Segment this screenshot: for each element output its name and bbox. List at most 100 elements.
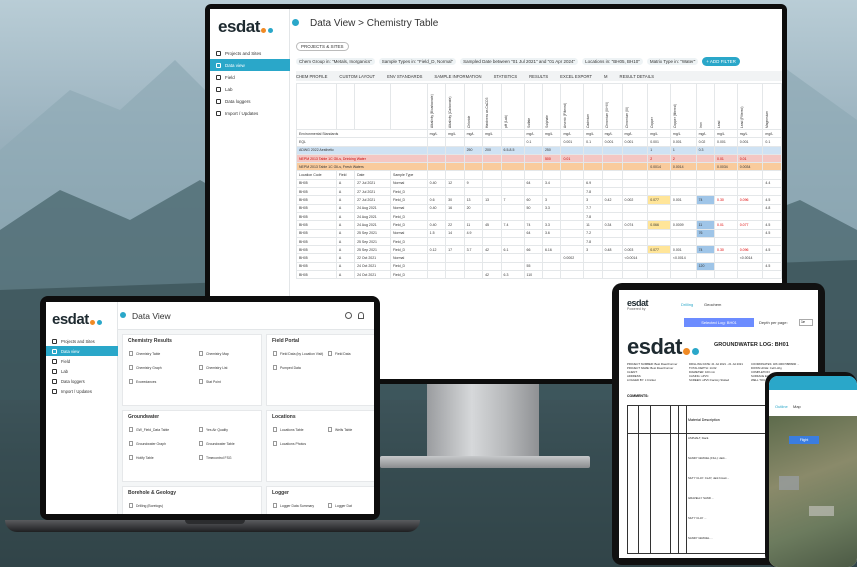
sidebar-item-label: Field	[225, 74, 235, 80]
table-row[interactable]: BH05 A 24 Oct 2021 Field_D 55 120 4.5	[296, 261, 782, 272]
panel-item-logger-dat[interactable]: Logger Dat	[328, 503, 352, 508]
toolbar-custom-layout[interactable]: CUSTOM LAYOUT	[339, 74, 375, 79]
table-cell: 27 Jul 2021	[354, 187, 391, 197]
filter-chip[interactable]: Sampled Date between "01 Jul 2021" and "…	[460, 57, 579, 65]
standard-row: NEPM 2013 Table 1C GILs, Drinking Water 5…	[296, 153, 782, 164]
table-row[interactable]: BH05 A 27 Jul 2021 Field_D 7.8	[296, 187, 782, 197]
panel-item-chemistry-map[interactable]: Chemistry Map	[199, 351, 229, 356]
table-cell: 11	[695, 220, 716, 230]
table-cell: 3.6	[541, 228, 562, 238]
info-icon[interactable]	[120, 312, 126, 318]
table-row[interactable]: BH05 A 24 Oct 2021 Field_D 42 6.3 110	[296, 270, 782, 280]
column-header: Copper (filtered)	[669, 83, 697, 130]
panel-item-chemistry-graph[interactable]: Chemistry Graph	[129, 365, 162, 370]
panel-item-timecontrol-fsg[interactable]: Timecontrol FSG	[199, 455, 232, 460]
sidebar-item-lab[interactable]: Lab	[210, 83, 290, 95]
toolbar-results[interactable]: RESULTS	[529, 74, 548, 79]
table-cell	[647, 228, 671, 238]
sidebar-item-data-loggers[interactable]: Data loggers	[46, 376, 118, 386]
sidebar-item-projects-and-sites[interactable]: Projects and Sites	[46, 336, 118, 346]
help-icon[interactable]	[345, 312, 352, 319]
table-cell	[426, 236, 447, 247]
toolbar-env-standards[interactable]: ENV STANDARDS	[387, 74, 422, 79]
panel-item-gw-field-data-table[interactable]: GW_Field_Data Table	[129, 427, 169, 432]
panel-item-locations-photos[interactable]: Locations Photos	[273, 441, 306, 446]
sidebar-item-field[interactable]: Field	[46, 356, 118, 366]
panel-item-field-data-by-location-visit[interactable]: Field Data (by Location Visit)	[273, 351, 323, 356]
esdat-logo[interactable]: esdat	[52, 311, 103, 329]
panel-item-groundwater-table[interactable]: Groundwater Table	[199, 441, 235, 446]
sidebar-item-projects-and-sites[interactable]: Projects and Sites	[210, 47, 290, 59]
panel-item-drilling-borelogs[interactable]: Drilling (Borelogs)	[129, 503, 163, 508]
panel-item-groundwater-graph[interactable]: Groundwater Graph	[129, 441, 166, 446]
table-row[interactable]: BH05 A 24 Aug 2021 Normal 0.40 16 20 50 3.3 7.7 4.…	[296, 203, 782, 213]
table-cell	[500, 187, 525, 197]
selected-log-select[interactable]: Selected Log: BH01	[684, 318, 754, 327]
tab-outline[interactable]: Outline	[775, 404, 788, 409]
projects-sites-chip[interactable]: PROJECTS & SITES	[296, 42, 349, 51]
flight-button[interactable]: Flight	[789, 436, 819, 444]
sidebar-item-lab[interactable]: Lab	[46, 366, 118, 376]
toolbar-sample-information[interactable]: SAMPLE INFORMATION	[434, 74, 481, 79]
panel-item-hotify-table[interactable]: Hotify Table	[129, 455, 154, 460]
table-cell	[560, 178, 585, 189]
table-cell	[500, 203, 525, 213]
table-row[interactable]: BH05 A 22 Oct 2021 Normal 0.0002 <0.0014 <0.00…	[296, 253, 782, 263]
satellite-map[interactable]: Flight	[769, 416, 857, 567]
tab-map[interactable]: Map	[793, 404, 801, 409]
esdat-logo[interactable]: esdat	[218, 17, 274, 38]
toolbar-m[interactable]: M	[604, 74, 608, 79]
table-cell: Field_D	[389, 236, 428, 247]
table-cell: A	[335, 220, 356, 230]
toolbar-chem-profile[interactable]: CHEM PROFILE	[296, 74, 327, 79]
grid-toolbar: CHEM PROFILE CUSTOM LAYOUT ENV STANDARDS SA…	[296, 71, 782, 81]
panel-item-field-data[interactable]: Field Data	[328, 351, 350, 356]
depth-input[interactable]: 1e	[799, 319, 813, 326]
table-row[interactable]: BH05 A 25 Sep 2021 Normal 1.5 14 4.9 64 3.6 7.2 76…	[296, 228, 782, 238]
bell-icon[interactable]	[358, 312, 364, 319]
filter-chip[interactable]: Matrix Type in: "Water"	[646, 57, 699, 65]
table-cell: 0.0014	[669, 162, 697, 172]
table-cell	[695, 203, 716, 213]
table-row[interactable]: BH05 A 25 Sep 2021 Field_D 0.12 17 3.7 42 6.1 66 6…	[296, 245, 782, 255]
panel-item-locations-table[interactable]: Locations Table	[273, 427, 304, 432]
add-filter-button[interactable]: + ADD FILTER	[702, 56, 740, 66]
table-row[interactable]: BH05 A 27 Jul 2021 Normal 0.40 12 9 64 3.4 6.9 4.4	[296, 178, 782, 189]
sidebar-item-import-updates[interactable]: Import / Updates	[210, 107, 290, 119]
filter-bar: Chem Group in: "Metals, Inorganics" Sampl…	[296, 55, 782, 67]
panel-item-chemistry-table[interactable]: Chemistry Table	[129, 351, 160, 356]
nav-icon	[52, 338, 57, 344]
table-cell: 250	[541, 145, 562, 155]
table-cell: 0.42	[601, 195, 623, 205]
toolbar-statistics[interactable]: STATISTICS	[494, 74, 518, 79]
filter-chip[interactable]: Chem Group in: "Metals, Inorganics"	[296, 57, 375, 65]
table-cell: 6.1	[500, 245, 525, 255]
panel-item-wells-table[interactable]: Wells Table	[328, 427, 352, 432]
panel-item-chemistry-list[interactable]: Chemistry List	[199, 365, 227, 370]
table-row[interactable]: BH05 A 27 Jul 2021 Field_D 0.6 30 13 13 7 60 3 3 0.4…	[296, 195, 782, 205]
sidebar-item-data-view[interactable]: Data view	[46, 346, 118, 356]
tab-drilling[interactable]: Drilling	[681, 302, 693, 307]
panel-item-exceedances[interactable]: Exceedances	[129, 379, 156, 384]
panel-item-pumped-data[interactable]: Pumped Data	[273, 365, 301, 370]
table-row[interactable]: BH05 A 25 Sep 2021 Field_D 7.8	[296, 236, 782, 247]
toolbar-result-details[interactable]: RESULT DETAILS	[620, 74, 654, 79]
info-icon[interactable]	[292, 19, 299, 26]
filter-chip[interactable]: Sample Types in: "Field_D, Normal"	[378, 57, 457, 65]
filter-chip[interactable]: Locations in: "BH05, BH10"	[582, 57, 643, 65]
sidebar-item-import-updates[interactable]: Import / Updates	[46, 386, 118, 396]
table-row[interactable]: BH05 A 24 Aug 2021 Field_D 7.8	[296, 211, 782, 222]
panel-item-logger-data-summary[interactable]: Logger Data Summary	[273, 503, 314, 508]
panel-item-yes-air-quality[interactable]: Yes Air Quality	[199, 427, 228, 432]
table-row[interactable]: BH05 A 24 Aug 2021 Field_D 0.40 22 11 45 7.4 74 3.…	[296, 220, 782, 230]
sidebar-item-field[interactable]: Field	[210, 71, 290, 83]
panel-item-stat-point[interactable]: Stat Point	[199, 379, 221, 384]
toolbar-excel-export[interactable]: EXCEL EXPORT	[560, 74, 592, 79]
tab-geochem[interactable]: Geochem	[704, 302, 721, 307]
table-cell: 4.5	[762, 195, 782, 205]
sidebar-item-data-loggers[interactable]: Data loggers	[210, 95, 290, 107]
table-cell	[541, 187, 562, 197]
table-cell	[541, 170, 562, 180]
table-cell	[482, 203, 502, 213]
sidebar-item-data-view[interactable]: Data view	[210, 59, 290, 71]
